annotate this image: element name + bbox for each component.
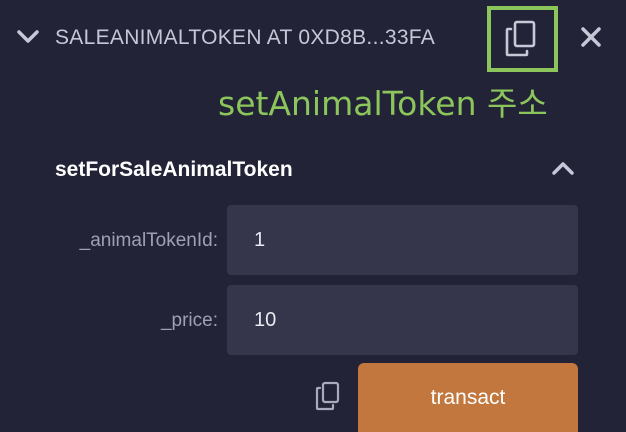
price-label: _price: (160, 310, 218, 331)
price-input[interactable]: 10 (227, 285, 578, 355)
contract-title[interactable]: SALEANIMALTOKEN AT 0XD8B...33FA (55, 24, 473, 52)
copy-icon (505, 20, 536, 57)
copy-address-button[interactable] (487, 6, 558, 72)
chevron-up-icon[interactable] (551, 160, 575, 176)
annotation-label: setAnimalToken 주소 (218, 84, 548, 123)
transact-button[interactable]: transact (358, 363, 578, 432)
animal-token-id-input[interactable]: 1 (227, 205, 578, 275)
close-icon[interactable] (580, 26, 602, 48)
copy-calldata-icon[interactable] (315, 381, 341, 416)
chevron-down-icon[interactable] (16, 27, 40, 47)
function-title: setForSaleAnimalToken (55, 158, 293, 181)
animal-token-id-label: _animalTokenId: (79, 230, 218, 251)
